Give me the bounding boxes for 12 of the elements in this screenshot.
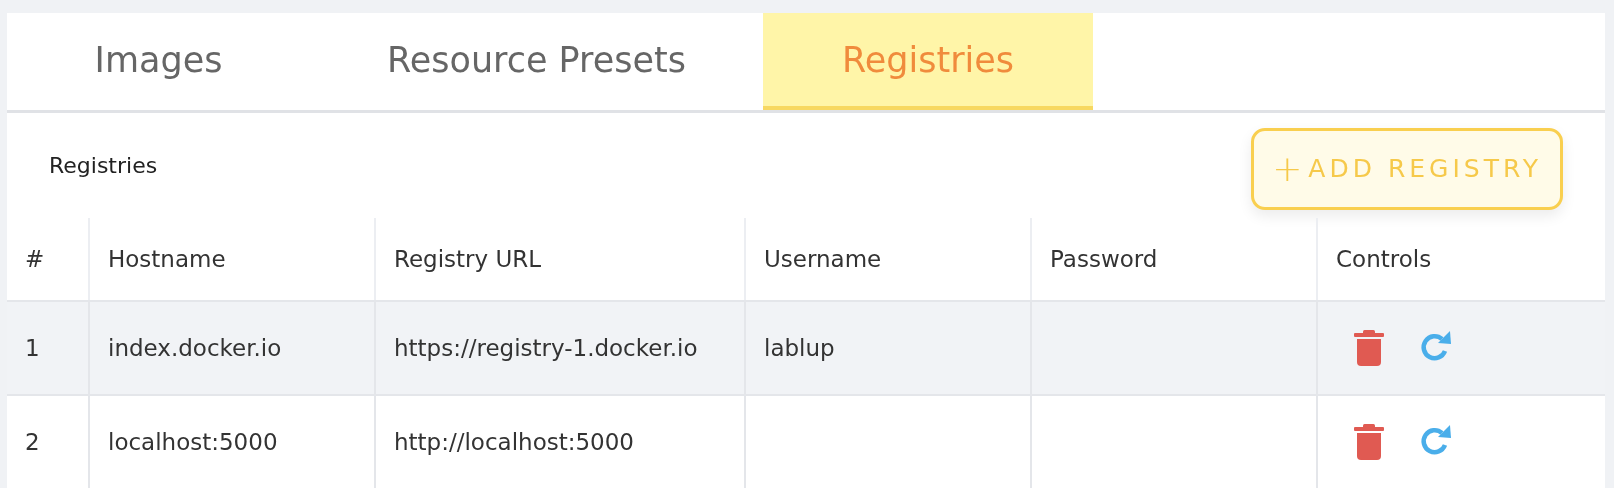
column-header: # [24,245,46,274]
registry-url-cell: https://registry-1.docker.io [374,300,744,394]
delete-icon[interactable] [1354,330,1384,366]
row-number-cell: 1 [7,300,88,394]
registry-url-cell: http://localhost:5000 [374,394,744,488]
username-cell: lablup [744,300,1030,394]
tab[interactable]: Resource Presets [310,13,763,110]
hostname-cell: localhost:5000 [88,394,374,488]
tab[interactable]: Images [7,13,310,110]
delete-icon[interactable] [1354,424,1384,460]
panel-title: Registries [49,153,158,178]
hostname-cell: index.docker.io [88,300,374,394]
